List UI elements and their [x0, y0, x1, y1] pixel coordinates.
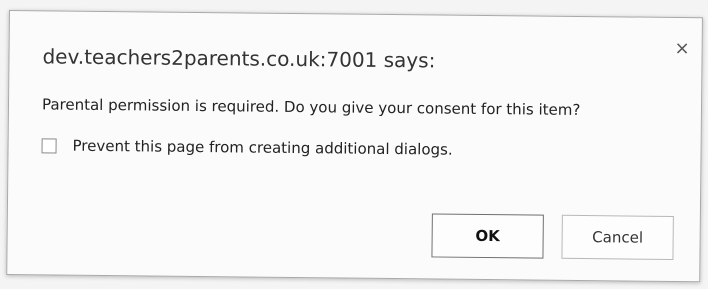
- prevent-dialogs-checkbox[interactable]: [41, 137, 57, 154]
- cancel-button[interactable]: Cancel: [561, 214, 674, 260]
- ok-button[interactable]: OK: [431, 213, 544, 259]
- alert-dialog: dev.teachers2parents.co.uk:7001 says: × …: [6, 10, 703, 283]
- prevent-dialogs-option[interactable]: Prevent this page from creating addition…: [41, 136, 453, 159]
- prevent-dialogs-label[interactable]: Prevent this page from creating addition…: [72, 137, 452, 159]
- close-icon[interactable]: ×: [674, 38, 689, 59]
- dialog-message: Parental permission is required. Do you …: [41, 95, 581, 119]
- dialog-title: dev.teachers2parents.co.uk:7001 says:: [42, 44, 436, 73]
